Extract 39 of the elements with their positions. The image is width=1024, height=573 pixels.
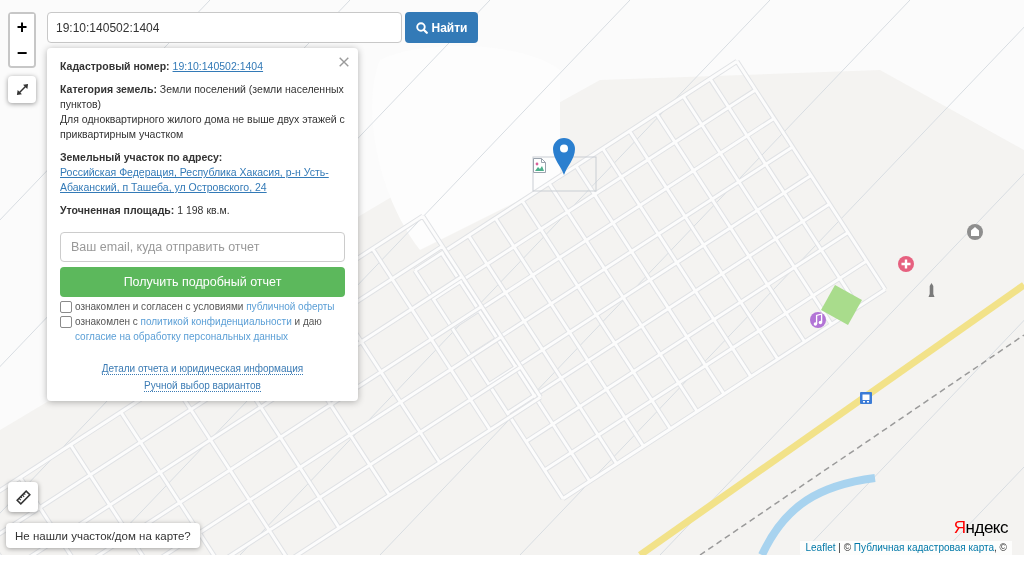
fullscreen-button[interactable] — [8, 76, 36, 103]
search-field[interactable]: 19:10:140502:1404 — [47, 12, 402, 43]
land-category-text: Категория земель: Земли поселений (земли населенных пунктов) — [60, 82, 345, 112]
permitted-use-text: Для одноквартирного жилого дома не выше двух этажей с приквартирным участком — [60, 112, 345, 142]
cadastral-number-label: Кадастровый номер: — [60, 60, 170, 72]
close-button[interactable] — [337, 55, 351, 69]
expand-icon — [15, 83, 29, 96]
parcel-outline — [532, 156, 597, 192]
close-icon — [339, 57, 349, 67]
report-button[interactable]: Получить подробный отчет — [60, 267, 345, 297]
popup-link[interactable]: Ручной выбор вариантов — [144, 380, 261, 392]
monument-icon[interactable] — [928, 283, 935, 297]
agreement-text: ознакомлен и согласен с условиями публичной оферты — [75, 300, 335, 314]
yandex-logo: Яндекс — [953, 518, 1008, 538]
park-area — [821, 285, 862, 325]
house-icon[interactable] — [967, 224, 983, 240]
address-label: Земельный участок по адресу: — [60, 150, 224, 165]
find-button[interactable]: Найти — [405, 12, 478, 43]
agreement-link[interactable]: согласие на обработку персональных данных — [75, 331, 289, 342]
email-field[interactable]: Ваш email, куда отправить отчет — [60, 232, 345, 262]
ruler-button[interactable] — [8, 482, 38, 512]
attribution-text: Leaflet | © Публичная кадастровая карта, © — [800, 541, 1012, 555]
area-text: Уточненная площадь: 1 198 кв.м. — [60, 203, 231, 218]
checkbox[interactable] — [60, 315, 72, 328]
agreement-link[interactable]: публичной оферты — [246, 301, 335, 312]
search-icon — [415, 21, 428, 34]
agreement-text: ознакомлен с политикой конфиденциальности и даю согласие на обработку персональных данных — [75, 315, 323, 344]
medical-cross-icon[interactable] — [898, 256, 914, 272]
checkbox[interactable] — [60, 300, 72, 313]
attribution-link[interactable]: Leaflet — [805, 542, 836, 553]
bus-stop-icon[interactable] — [860, 392, 872, 404]
agreement-link[interactable]: политикой конфиденциальности — [140, 316, 292, 327]
address-link[interactable]: Российская Федерация, Республика Хакасия, р-н Усть-Абаканский, п Ташеба, ул Островского, 24 — [60, 165, 345, 195]
cadastral-number-link[interactable]: 19:10:140502:1404 — [172, 60, 264, 72]
music-note-icon[interactable] — [810, 312, 826, 328]
map-pin-icon[interactable] — [552, 137, 576, 175]
broken-image-icon — [533, 158, 546, 173]
popup-link[interactable]: Детали отчета и юридическая информация — [101, 363, 304, 375]
not-found-button[interactable]: Не нашли участок/дом на карте? — [6, 523, 200, 548]
